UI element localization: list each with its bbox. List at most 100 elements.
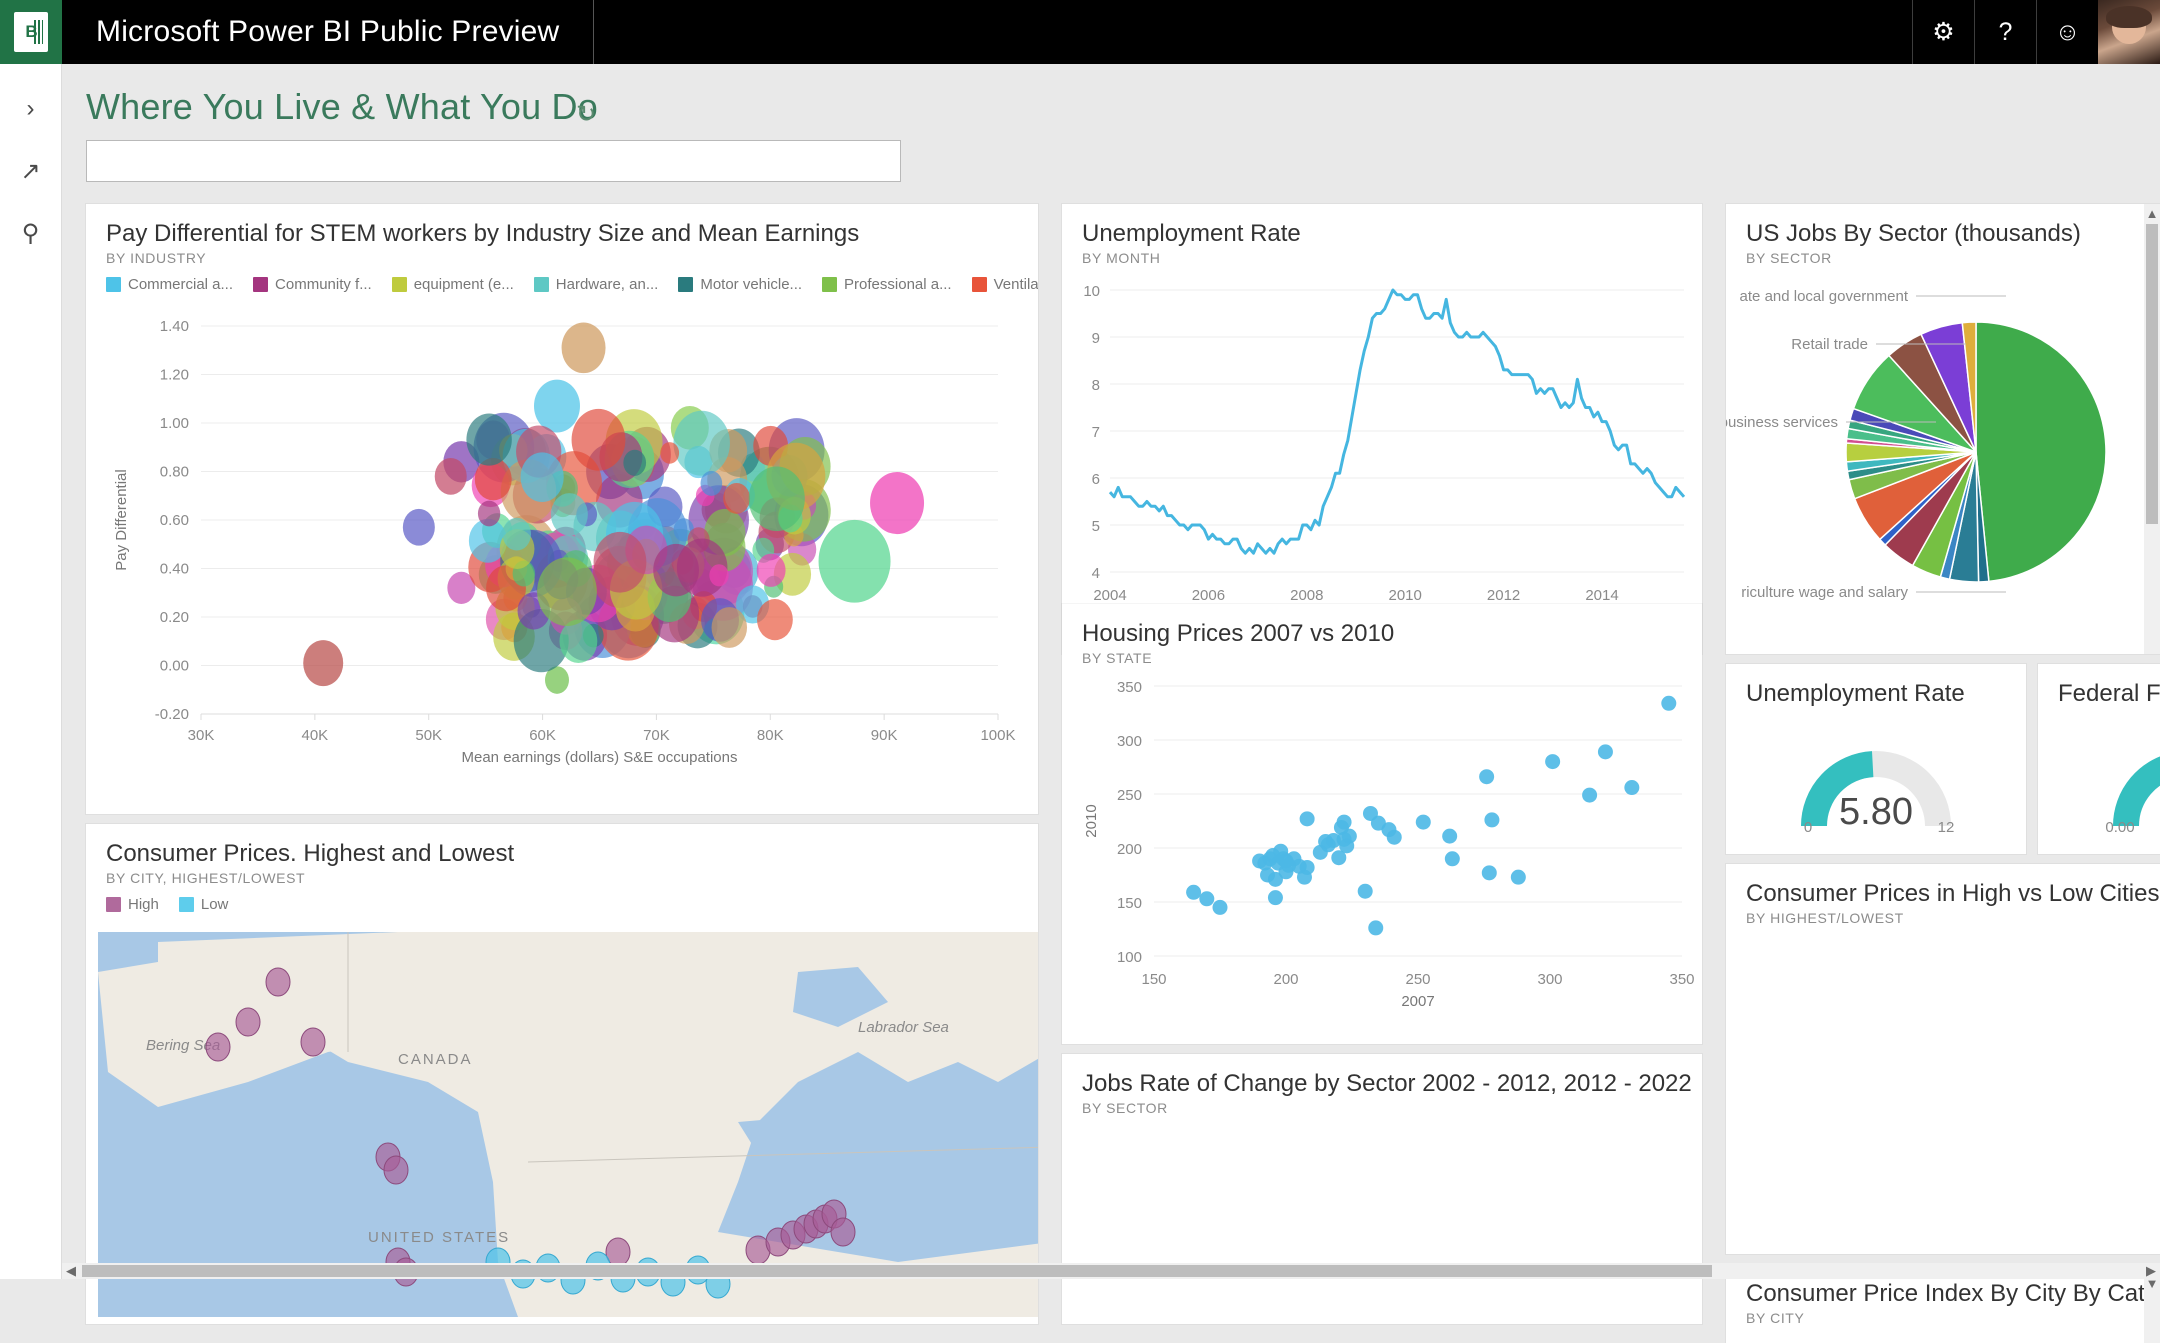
legend-item[interactable]: Professional a... <box>822 276 952 293</box>
tile-gauge-federal-funds[interactable]: Federal Fu 0.00 <box>2038 664 2160 854</box>
tile-pay-differential[interactable]: Pay Differential for STEM workers by Ind… <box>86 204 1038 814</box>
legend-item[interactable]: Low <box>178 896 228 913</box>
pie-chart-us-jobs[interactable]: ate and local government Retail trade nal … <box>1726 272 2146 652</box>
scatter-bubble[interactable] <box>723 482 751 514</box>
scatter-bubble[interactable] <box>623 449 647 476</box>
line-series[interactable] <box>1108 288 1686 555</box>
map-consumer-prices[interactable]: Bering SeaCANADALabrador SeaUNITED STATE… <box>98 932 1038 1317</box>
scatter-bubble[interactable] <box>477 500 501 527</box>
scatter-point[interactable] <box>1368 920 1384 936</box>
share-arrow-icon[interactable]: ↗ <box>0 140 62 202</box>
gauge-federal-funds[interactable]: 0.00 <box>2038 716 2160 851</box>
legend-item[interactable]: Motor vehicle... <box>678 276 802 293</box>
scatter-bubble[interactable] <box>818 519 891 603</box>
scatter-point[interactable] <box>1415 814 1431 830</box>
scatter-point[interactable] <box>1624 780 1640 796</box>
scatter-bubble[interactable] <box>561 322 606 374</box>
tile-consumer-prices-map[interactable]: Consumer Prices. Highest and Lowest BY C… <box>86 824 1038 1324</box>
map-bubble-high[interactable] <box>265 967 291 997</box>
search-icon[interactable]: ⚲ <box>0 202 62 264</box>
scatter-point[interactable] <box>1582 787 1598 803</box>
gauge-unemployment[interactable]: 0 12 5.80 <box>1726 716 2026 851</box>
scatter-plot-housing[interactable]: 350 300 250 200 150 100 2010 150 200 250 300 350 200… <box>1062 666 1702 1036</box>
pie-slice[interactable] <box>1975 321 2107 583</box>
scatter-point[interactable] <box>1484 812 1500 828</box>
legend-item[interactable]: equipment (e... <box>391 276 514 293</box>
scatter-bubble[interactable] <box>700 470 723 496</box>
scatter-point[interactable] <box>1386 829 1402 845</box>
scatter-point[interactable] <box>1186 884 1202 900</box>
scatter-point[interactable] <box>1481 865 1497 881</box>
map-bubble-high[interactable] <box>830 1217 856 1247</box>
scatter-point[interactable] <box>1442 828 1458 844</box>
smiley-feedback-icon[interactable]: ☺ <box>2036 0 2098 64</box>
scatter-bubble[interactable] <box>559 619 598 663</box>
vertical-scrollbar[interactable]: ▲ <box>2144 204 2160 654</box>
scatter-bubble[interactable] <box>533 379 580 433</box>
scatter-bubble[interactable] <box>502 517 532 551</box>
scatter-bubble[interactable] <box>537 557 597 627</box>
scatter-point[interactable] <box>1336 814 1352 830</box>
tile-gauge-unemployment[interactable]: Unemployment Rate 0 12 5.80 <box>1726 664 2026 854</box>
map-bubble-high[interactable] <box>300 1027 326 1057</box>
tile-jobs-rate-of-change[interactable]: Jobs Rate of Change by Sector 2002 - 201… <box>1062 1054 1702 1324</box>
scatter-point[interactable] <box>1510 869 1526 885</box>
avatar[interactable] <box>2098 0 2160 64</box>
map-bubble-high[interactable] <box>235 1007 261 1037</box>
scatter-bubble[interactable] <box>303 640 344 687</box>
bar-chart-jobs-rate[interactable] <box>1062 1164 1702 1324</box>
scatter-bubble[interactable] <box>550 493 588 536</box>
scatter-point[interactable] <box>1341 828 1357 844</box>
scatter-bubble[interactable] <box>870 471 925 535</box>
map-bubble-high[interactable] <box>205 1032 231 1062</box>
refresh-icon[interactable]: ↻ <box>576 100 596 129</box>
gear-icon[interactable]: ⚙ <box>1912 0 1974 64</box>
legend-item[interactable]: Ventilation, h... <box>971 276 1038 293</box>
map-bubble-high[interactable] <box>383 1155 409 1185</box>
tile-unemployment-line[interactable]: Unemployment Rate BY MONTH 10 9 8 7 6 5 4 2004 2… <box>1062 204 1702 654</box>
scatter-point[interactable] <box>1267 890 1283 906</box>
scatter-point[interactable] <box>1199 891 1215 907</box>
scatter-point[interactable] <box>1597 744 1613 760</box>
scatter-bubble[interactable] <box>660 442 680 464</box>
scatter-bubble[interactable] <box>593 531 647 593</box>
scatter-point[interactable] <box>1299 859 1315 875</box>
scatter-point[interactable] <box>1479 769 1495 785</box>
expand-nav-icon[interactable]: › <box>0 78 62 140</box>
scatter-bubble[interactable] <box>756 553 786 587</box>
scatter-bubble[interactable] <box>571 408 626 471</box>
scroll-up-arrow-icon[interactable]: ▲ <box>2144 204 2160 222</box>
scroll-right-arrow-icon[interactable]: ▶ <box>2142 1263 2160 1279</box>
scatter-bubble[interactable] <box>434 457 467 495</box>
scatter-point[interactable] <box>1661 695 1677 711</box>
legend-item[interactable]: Commercial a... <box>106 276 233 293</box>
scatter-bubble[interactable] <box>673 410 730 476</box>
scatter-bubble[interactable] <box>466 413 512 466</box>
scatter-point[interactable] <box>1545 754 1561 770</box>
legend-item[interactable]: Hardware, an... <box>533 276 658 293</box>
scroll-left-arrow-icon[interactable]: ◀ <box>62 1263 80 1279</box>
scrollbar-thumb[interactable] <box>82 1265 1712 1277</box>
scatter-bubble[interactable] <box>520 452 564 503</box>
help-icon[interactable]: ? <box>1974 0 2036 64</box>
scatter-bubble[interactable] <box>757 599 793 641</box>
stacked-bar-consumer-prices[interactable] <box>1726 982 2160 1252</box>
scatter-point[interactable] <box>1212 899 1228 915</box>
scatter-point[interactable] <box>1357 883 1373 899</box>
scatter-bubble[interactable] <box>748 466 805 532</box>
scatter-point[interactable] <box>1299 811 1315 827</box>
legend-item[interactable]: High <box>106 896 159 913</box>
line-chart-unemployment[interactable]: 10 9 8 7 6 5 4 2004 2006 2008 2010 2012 2014 <box>1062 272 1702 652</box>
qna-search-input[interactable] <box>86 140 901 182</box>
legend-item[interactable]: Community f... <box>253 276 372 293</box>
scatter-bubble[interactable] <box>402 508 435 546</box>
scatter-bubble[interactable] <box>711 607 748 648</box>
scrollbar-thumb[interactable] <box>2146 224 2158 524</box>
tile-housing-scatter[interactable]: Housing Prices 2007 vs 2010 BY STATE 350… <box>1062 604 1702 1044</box>
tile-us-jobs-pie[interactable]: US Jobs By Sector (thousands) BY SECTOR … <box>1726 204 2160 654</box>
page-horizontal-scrollbar[interactable]: ◀ ▶ <box>62 1263 2160 1279</box>
tile-consumer-prices-stacked[interactable]: Consumer Prices in High vs Low Cities BY… <box>1726 864 2160 1254</box>
scatter-bubble[interactable] <box>653 543 699 597</box>
scatter-point[interactable] <box>1444 851 1460 867</box>
scatter-bubble[interactable] <box>709 564 729 587</box>
